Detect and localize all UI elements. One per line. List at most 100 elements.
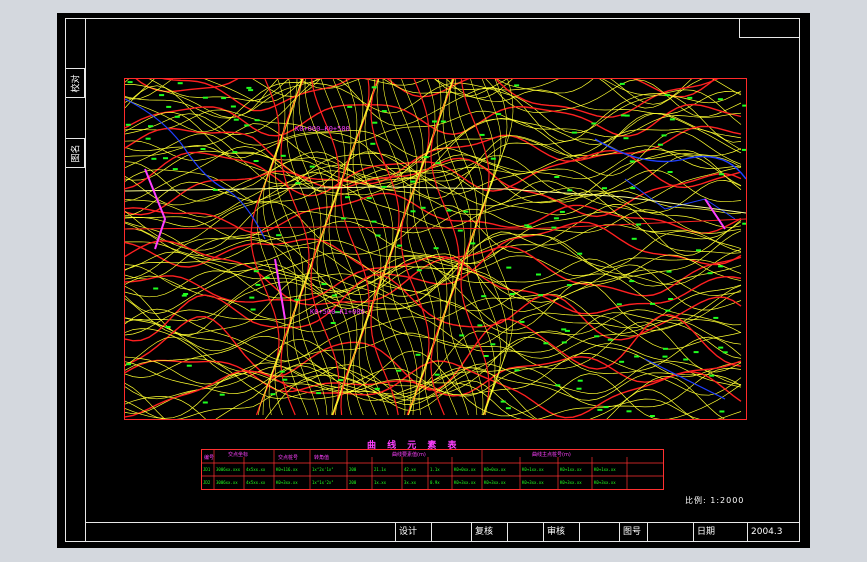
elevation-label [372, 121, 378, 124]
elevation-label [254, 119, 260, 122]
elevation-label [163, 157, 168, 160]
elevation-label [233, 118, 239, 121]
elevation-label [536, 273, 541, 276]
elevation-label [232, 151, 238, 154]
elevation-label [280, 154, 286, 157]
minor-contour [125, 258, 742, 295]
elevation-label [514, 369, 520, 372]
contour-map-canvas: K0+000—K0+500 K0+500—K1+000 [125, 79, 746, 419]
elevation-label [742, 222, 746, 225]
elevation-label [202, 401, 208, 404]
table-cell: K0+3xx.xx [522, 480, 544, 485]
drawing-no-label: 图号 [623, 527, 642, 537]
header-cell: 交点桩号 [278, 454, 298, 461]
table-cell: JD2 [203, 480, 211, 485]
station-label: K0+500—K1+000 [310, 308, 365, 316]
ridge-contour [364, 79, 394, 416]
elevation-label [433, 247, 439, 250]
header-cell: 曲线要素值(m) [392, 451, 426, 458]
table-cell: 200 [349, 467, 357, 472]
stream-line [644, 358, 726, 400]
table-cell: 200 [349, 480, 357, 485]
elevation-label [707, 272, 713, 275]
elevation-label [717, 98, 723, 101]
elevation-label [490, 343, 496, 346]
elevation-label [332, 294, 338, 297]
elevation-label [347, 105, 353, 108]
elevation-label [381, 110, 387, 113]
elevation-label [366, 197, 372, 200]
elevation-label [165, 326, 171, 328]
elevation-label [309, 165, 315, 168]
minor-contour [125, 319, 742, 363]
elevation-label [159, 94, 165, 97]
elevation-label [634, 355, 640, 358]
elevation-label [594, 335, 600, 338]
header-cell: 编号 [204, 454, 214, 461]
elevation-label [374, 387, 380, 390]
elevation-label [416, 269, 422, 272]
elevation-label [619, 360, 625, 363]
audit-label: 审核 [547, 527, 566, 537]
elevation-label [668, 298, 674, 300]
elevation-label [667, 171, 673, 173]
design-cell: 设计 [395, 523, 431, 542]
table-cell: K0+0xx.xx [484, 467, 506, 472]
elevation-label [396, 369, 402, 372]
elevation-label [432, 120, 437, 123]
table-grid: 编号 交点坐标 交点桩号 转角值 曲线要素值(m) 曲线主点桩号(m) JD1 3… [202, 450, 663, 489]
elevation-label [370, 142, 376, 145]
elevation-label [145, 137, 151, 140]
elevation-label [696, 249, 701, 252]
elevation-label [657, 143, 663, 146]
elevation-label [551, 226, 557, 229]
topographic-map[interactable]: K0+000—K0+500 K0+500—K1+000 [124, 78, 747, 420]
elevation-label [253, 160, 259, 162]
minor-contour [125, 228, 742, 292]
table-cell: JD1 [203, 467, 211, 472]
drawing-no-value-cell [647, 523, 693, 542]
drawing-no-cell: 图号 [619, 523, 647, 542]
review-value-cell [507, 523, 543, 542]
elevation-label [665, 309, 671, 312]
elevation-label [434, 373, 440, 376]
design-value-cell [431, 523, 471, 542]
elevation-label [479, 133, 485, 136]
elevation-label [624, 114, 630, 117]
elevation-label [282, 378, 288, 381]
elevation-label [341, 217, 347, 220]
elevation-label [490, 157, 496, 160]
elevation-label [505, 407, 511, 410]
elevation-label [202, 96, 208, 99]
elevation-label [554, 176, 560, 178]
date-value: 2004.3 [751, 527, 783, 537]
elevation-label [186, 364, 192, 367]
review-label: 复核 [475, 527, 494, 537]
elevation-label [264, 276, 270, 279]
elevation-label [577, 252, 583, 255]
scale-label: 比例: 1:2000 [685, 496, 745, 505]
elevation-label [664, 94, 670, 97]
table-cell: K0+1xx.xx [594, 467, 616, 472]
elevation-label [597, 408, 603, 411]
elevation-label [200, 148, 206, 150]
elevation-label [477, 324, 483, 327]
elevation-label [722, 351, 728, 354]
date-label: 日期 [697, 527, 716, 537]
elevation-label [166, 105, 172, 108]
elevation-label [410, 180, 416, 183]
elevation-label [321, 283, 327, 286]
elevation-label [177, 82, 183, 85]
elevation-label [623, 137, 629, 140]
elevation-label [172, 168, 178, 171]
elevation-label [463, 210, 469, 213]
elevation-label [250, 308, 256, 311]
elevation-label [619, 82, 625, 85]
elevation-label [126, 363, 131, 366]
elevation-label [559, 210, 565, 213]
elevation-label [709, 374, 715, 377]
table-cell: K0+1xx.xx [522, 467, 544, 472]
elevation-label [371, 86, 377, 89]
elevation-label [127, 81, 133, 84]
elevation-label [567, 189, 573, 192]
